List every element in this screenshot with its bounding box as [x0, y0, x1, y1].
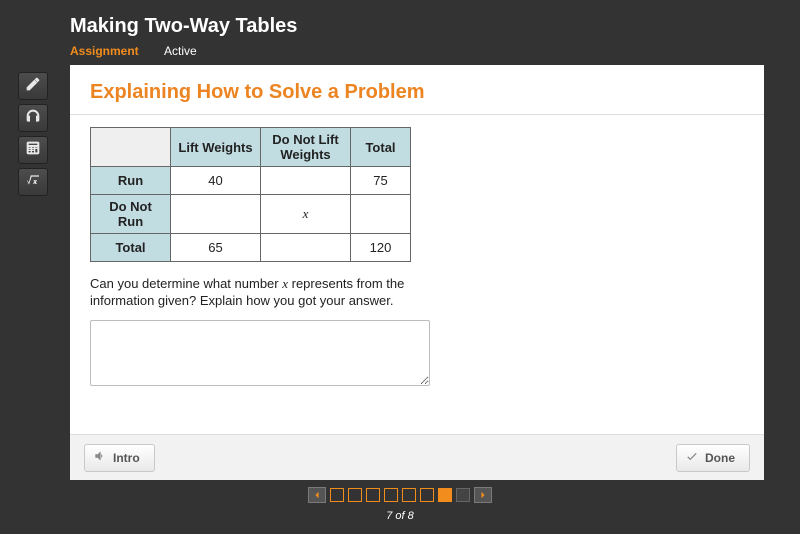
row-header-notrun: Do Not Run	[91, 195, 171, 234]
pager	[0, 487, 800, 503]
cell	[261, 167, 351, 195]
pencil-tool[interactable]	[18, 72, 48, 100]
slide-body: Lift Weights Do Not Lift Weights Total R…	[70, 115, 764, 434]
prompt-text-1: Can you determine what number	[90, 276, 282, 291]
cell: 75	[351, 167, 411, 195]
table-corner	[91, 128, 171, 167]
page-indicator: 7 of 8	[0, 510, 800, 522]
next-button[interactable]	[474, 487, 492, 503]
slide-header: Explaining How to Solve a Problem	[70, 65, 764, 115]
table-row: Run 40 75	[91, 167, 411, 195]
slide-footer: Intro Done	[70, 434, 764, 480]
done-button[interactable]: Done	[676, 444, 750, 472]
intro-label: Intro	[113, 451, 140, 465]
sqrt-x-icon: x	[25, 172, 41, 193]
chevron-right-icon	[479, 486, 487, 504]
page-title: Making Two-Way Tables	[70, 15, 297, 38]
headphones-icon	[25, 108, 41, 129]
cell: 65	[171, 234, 261, 262]
page-7[interactable]	[438, 488, 452, 502]
col-header-lift: Lift Weights	[171, 128, 261, 167]
page-4[interactable]	[384, 488, 398, 502]
col-header-total: Total	[351, 128, 411, 167]
cell	[171, 195, 261, 234]
table-row: Total 65 120	[91, 234, 411, 262]
page-2[interactable]	[348, 488, 362, 502]
cell: 120	[351, 234, 411, 262]
row-header-total: Total	[91, 234, 171, 262]
cell: 40	[171, 167, 261, 195]
status-label: Active	[164, 44, 197, 58]
speaker-icon	[93, 449, 107, 466]
intro-button[interactable]: Intro	[84, 444, 155, 472]
assignment-label: Assignment	[70, 44, 139, 58]
calculator-icon	[25, 140, 41, 161]
cell-variable: x	[261, 195, 351, 234]
check-icon	[685, 449, 699, 466]
calculator-tool[interactable]	[18, 136, 48, 164]
col-header-nolift: Do Not Lift Weights	[261, 128, 351, 167]
chevron-left-icon	[313, 486, 321, 504]
table-row: Do Not Run x	[91, 195, 411, 234]
header: Making Two-Way Tables Assignment Active	[70, 15, 297, 58]
done-label: Done	[705, 451, 735, 465]
pencil-icon	[25, 76, 41, 97]
page-3[interactable]	[366, 488, 380, 502]
page-1[interactable]	[330, 488, 344, 502]
cell	[351, 195, 411, 234]
question-prompt: Can you determine what number x represen…	[90, 276, 430, 310]
slide-title: Explaining How to Solve a Problem	[90, 81, 744, 104]
page-5[interactable]	[402, 488, 416, 502]
two-way-table: Lift Weights Do Not Lift Weights Total R…	[90, 127, 411, 262]
left-toolbar: x	[18, 72, 48, 196]
header-sub: Assignment Active	[70, 44, 297, 58]
slide-panel: Explaining How to Solve a Problem Lift W…	[70, 65, 764, 480]
prev-button[interactable]	[308, 487, 326, 503]
svg-text:x: x	[33, 178, 37, 185]
answer-textarea[interactable]	[90, 320, 430, 386]
row-header-run: Run	[91, 167, 171, 195]
formula-tool[interactable]: x	[18, 168, 48, 196]
page-8[interactable]	[456, 488, 470, 502]
cell	[261, 234, 351, 262]
audio-tool[interactable]	[18, 104, 48, 132]
page-6[interactable]	[420, 488, 434, 502]
